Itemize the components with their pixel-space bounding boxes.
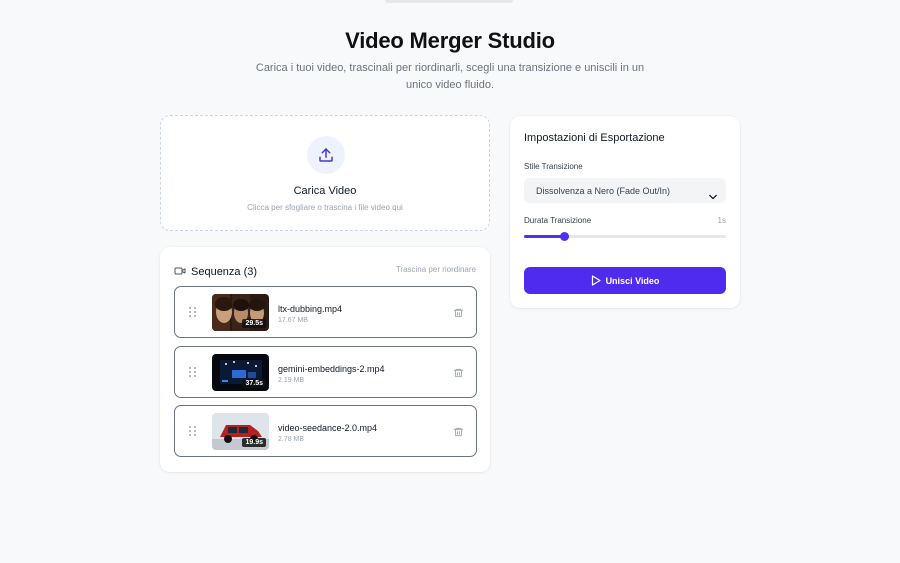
duration-badge: 37.5s <box>242 379 266 388</box>
slider-thumb[interactable] <box>560 232 570 241</box>
trash-icon[interactable] <box>453 425 464 443</box>
drag-handle-icon[interactable] <box>189 426 197 436</box>
settings-title: Impostazioni di Esportazione <box>524 132 665 144</box>
video-list-item[interactable]: 29.5s ltx-dubbing.mp4 17.67 MB <box>174 286 477 338</box>
upload-hint: Clicca per sfogliare o trascina i file v… <box>247 203 403 212</box>
upload-dropzone[interactable]: Carica Video Clicca per sfogliare o tras… <box>160 115 490 231</box>
chevron-down-icon <box>709 187 717 205</box>
video-thumbnail: 19.9s <box>212 413 269 450</box>
page-subtitle: Carica i tuoi video, trascinali per rior… <box>255 62 645 91</box>
merge-videos-label: Unisci Video <box>605 275 660 286</box>
transition-duration-slider[interactable] <box>524 232 726 241</box>
trash-icon[interactable] <box>453 306 464 324</box>
file-size: 2.78 MB <box>278 436 305 443</box>
merge-videos-button[interactable]: Unisci Video <box>524 267 726 294</box>
sequence-title: Sequenza (3) <box>191 266 258 278</box>
transition-duration-value: 1s <box>717 216 726 225</box>
transition-style-value: Dissolvenza a Nero (Fade Out/In) <box>536 186 671 196</box>
transition-duration-label: Durata Transizione <box>524 216 592 225</box>
upload-title: Carica Video <box>293 185 357 197</box>
play-icon <box>591 275 601 286</box>
transition-style-select[interactable]: Dissolvenza a Nero (Fade Out/In) <box>524 178 726 203</box>
sequence-header: Sequenza (3) <box>174 263 257 281</box>
file-size: 2.19 MB <box>278 377 305 384</box>
video-list-item[interactable]: 37.5s gemini-embeddings-2.mp4 2.19 MB <box>174 346 477 398</box>
trash-icon[interactable] <box>453 366 464 384</box>
video-thumbnail: 29.5s <box>212 294 269 331</box>
slider-fill <box>524 235 565 238</box>
video-list-item[interactable]: 19.9s video-seedance-2.0.mp4 2.78 MB <box>174 405 477 457</box>
file-size: 17.67 MB <box>278 317 308 324</box>
duration-badge: 19.9s <box>242 438 266 447</box>
drag-handle-icon[interactable] <box>189 367 197 377</box>
sequence-hint: Trascina per riordinare <box>395 265 476 274</box>
video-thumbnail: 37.5s <box>212 354 269 391</box>
file-name: video-seedance-2.0.mp4 <box>278 423 378 433</box>
top-handle <box>385 0 513 3</box>
page-title: Video Merger Studio <box>345 28 555 53</box>
export-settings-card: Impostazioni di Esportazione Stile Trans… <box>510 116 740 308</box>
video-camera-icon <box>174 263 186 281</box>
sequence-card: Sequenza (3) Trascina per riordinare 29.… <box>160 247 490 472</box>
drag-handle-icon[interactable] <box>189 307 197 317</box>
duration-badge: 29.5s <box>242 319 266 328</box>
upload-icon <box>307 136 345 174</box>
file-name: ltx-dubbing.mp4 <box>278 304 343 314</box>
file-name: gemini-embeddings-2.mp4 <box>278 364 385 374</box>
transition-style-label: Stile Transizione <box>524 162 583 171</box>
